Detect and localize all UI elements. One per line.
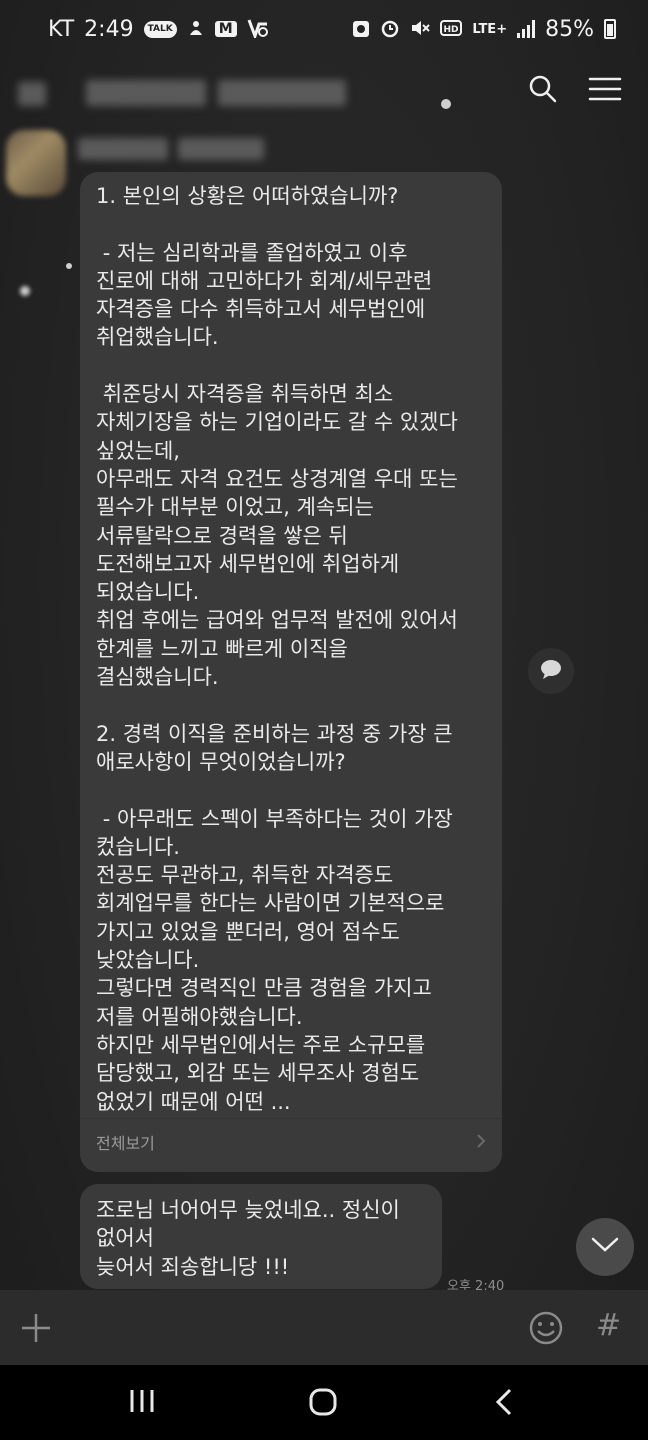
battery-icon <box>604 19 616 39</box>
back-icon[interactable] <box>494 1387 514 1421</box>
home-icon[interactable] <box>308 1387 338 1421</box>
search-icon[interactable] <box>528 74 558 108</box>
avatar[interactable] <box>6 130 66 196</box>
see-all-button[interactable]: 전체보기 <box>96 1130 486 1158</box>
chat-header <box>0 58 648 128</box>
message-text: 조로님 너어어무 늦었네요.. 정신이 없어서 늦어서 죄송합니당 !!! <box>96 1198 400 1279</box>
clock: 2:49 <box>84 16 134 42</box>
alarm-icon <box>380 18 400 41</box>
person-notification-icon <box>187 19 205 40</box>
background-dot <box>66 263 72 269</box>
status-bar: KT 2:49 TALK M HD LTE+ 85% <box>0 0 648 58</box>
sender-name-redacted <box>78 138 168 160</box>
status-left: KT 2:49 TALK M <box>48 17 269 42</box>
status-right: HD LTE+ 85% <box>352 17 616 42</box>
carrier-label: KT <box>48 16 75 42</box>
message-bubble[interactable]: 1. 본인의 상황은 어떠하였습니까? - 저는 심리학과를 졸업하였고 이후 … <box>80 172 502 1172</box>
svg-text:HD: HD <box>444 25 459 35</box>
speech-bubble-icon <box>539 658 563 684</box>
chevron-right-icon <box>476 1130 486 1158</box>
hashtag-search-button[interactable]: # <box>596 1308 621 1343</box>
header-actions <box>528 74 622 108</box>
share-message-button[interactable] <box>528 648 574 694</box>
message-bubble[interactable]: 조로님 너어어무 늦었네요.. 정신이 없어서 늦어서 죄송합니당 !!! <box>80 1184 442 1289</box>
system-nav-bar <box>0 1365 648 1440</box>
see-all-label: 전체보기 <box>96 1133 155 1153</box>
background-dot <box>20 286 30 296</box>
menu-icon[interactable] <box>588 76 622 106</box>
background-dot <box>441 99 451 109</box>
chat-title-redacted <box>86 80 206 106</box>
plus-icon[interactable] <box>20 1312 52 1344</box>
recent-apps-icon[interactable] <box>128 1387 156 1419</box>
emoji-icon[interactable] <box>528 1310 564 1346</box>
bubble-divider <box>80 1118 502 1119</box>
input-bar: # <box>0 1290 648 1365</box>
app-notification-icon <box>247 18 269 41</box>
message-text: 1. 본인의 상황은 어떠하였습니까? - 저는 심리학과를 졸업하였고 이후 … <box>96 184 458 1114</box>
mute-icon <box>410 18 431 41</box>
hd-voice-icon: HD <box>440 19 463 39</box>
signal-icon <box>517 20 536 38</box>
kakaotalk-notification-icon: TALK <box>143 20 177 38</box>
chevron-down-icon <box>591 1237 619 1257</box>
scroll-to-bottom-button[interactable] <box>576 1218 634 1276</box>
chat-title-redacted <box>218 80 346 106</box>
sender-name-redacted <box>178 138 264 160</box>
recycle-icon <box>352 18 370 41</box>
back-button-redacted[interactable] <box>18 82 46 106</box>
network-label: LTE+ <box>472 21 508 37</box>
battery-percent: 85% <box>545 16 594 42</box>
chat-screen: KT 2:49 TALK M HD LTE+ 85% 1. 본인의 상황은 어떠… <box>0 0 648 1440</box>
m-stock-icon: M <box>214 21 237 37</box>
